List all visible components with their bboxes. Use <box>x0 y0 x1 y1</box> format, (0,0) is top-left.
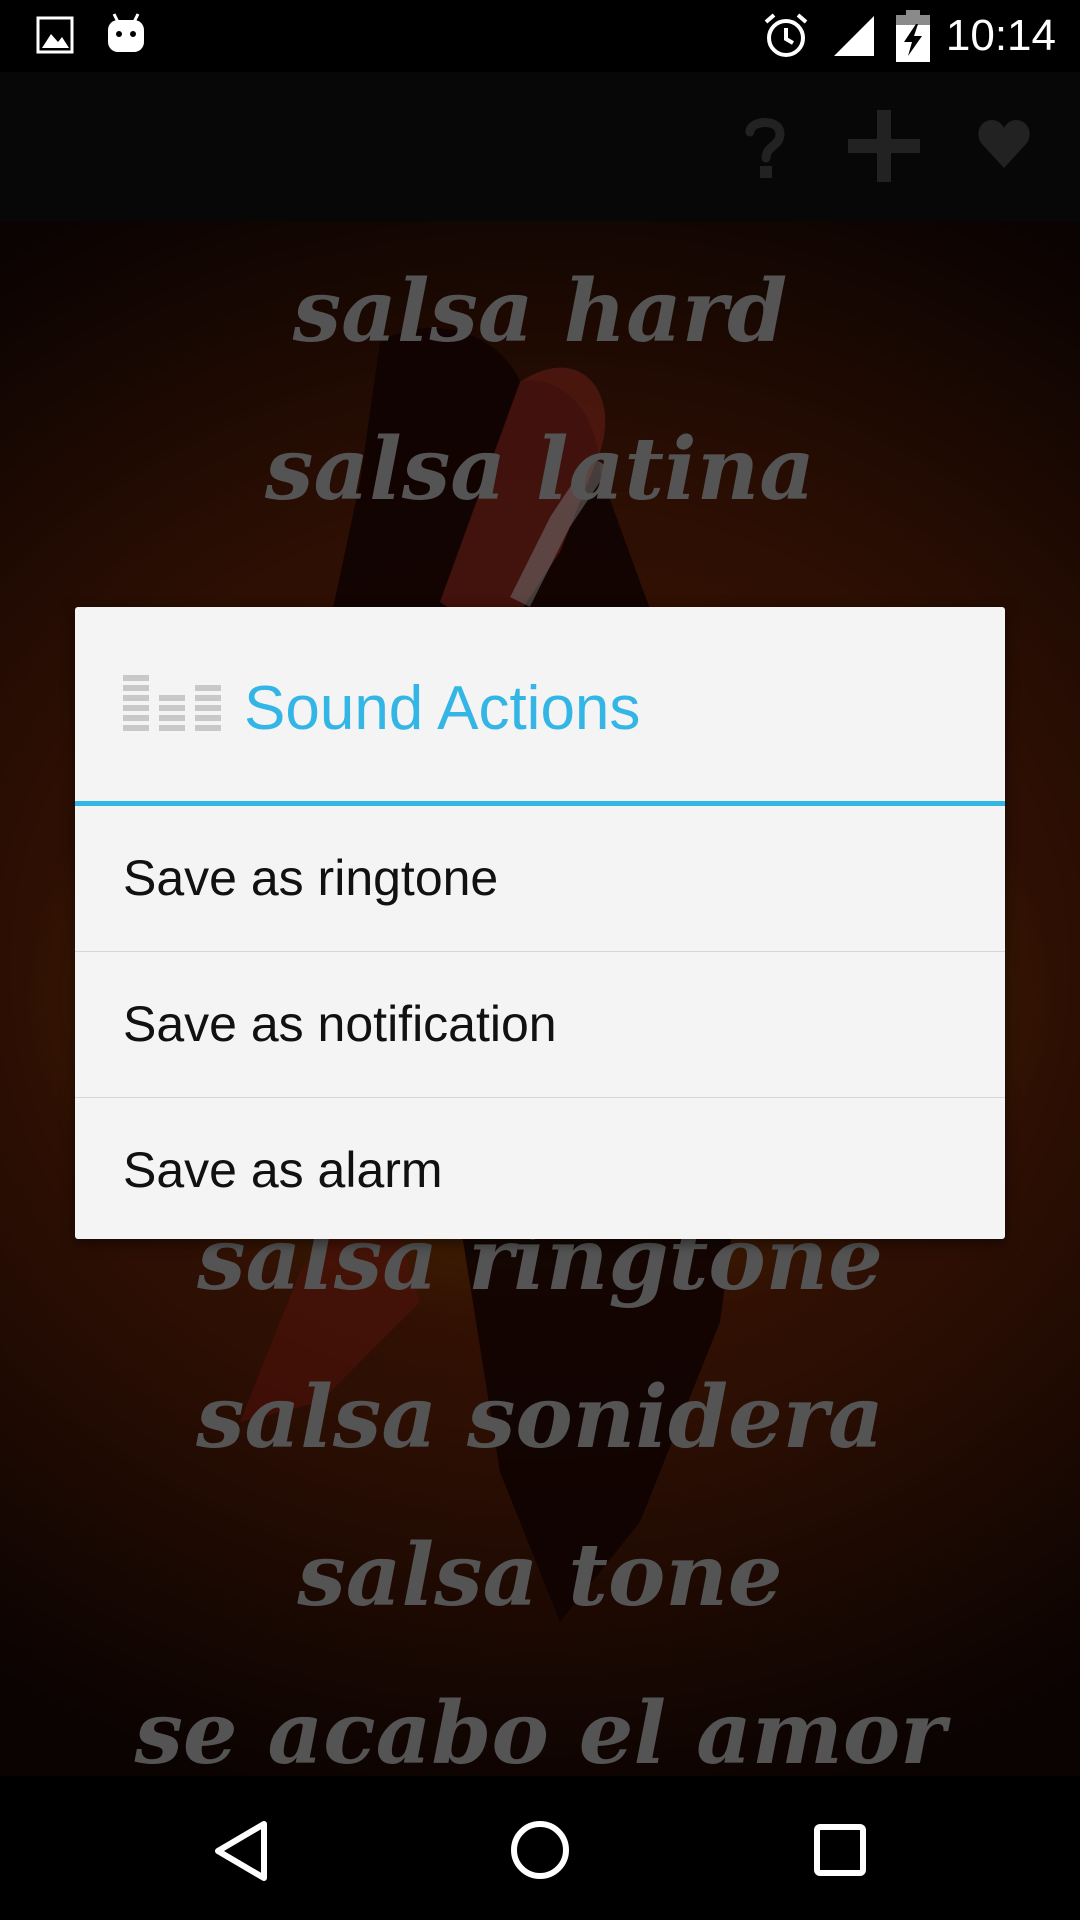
dialog-title: Sound Actions <box>244 674 641 743</box>
save-as-alarm-option[interactable]: Save as alarm <box>75 1098 1005 1239</box>
option-label: Save as ringtone <box>123 850 499 906</box>
navigation-bar <box>0 1776 1080 1920</box>
option-label: Save as notification <box>123 996 557 1052</box>
screen: 10:14 salsa hard salsa latina salsa ring… <box>0 0 1080 1920</box>
android-icon <box>108 13 144 52</box>
home-icon[interactable] <box>510 1820 570 1880</box>
dialog-header: Sound Actions <box>75 607 1005 806</box>
image-icon <box>36 16 74 54</box>
equalizer-icon <box>123 675 221 731</box>
back-icon[interactable] <box>212 1820 270 1882</box>
signal-icon <box>834 16 874 56</box>
alarm-clock-icon <box>764 13 808 57</box>
status-bar: 10:14 <box>0 0 1080 72</box>
status-time: 10:14 <box>945 11 1056 60</box>
battery-charging-icon <box>896 10 930 62</box>
sound-actions-dialog: Sound Actions Save as ringtone Save as n… <box>75 607 1005 1239</box>
save-as-ringtone-option[interactable]: Save as ringtone <box>75 806 1005 952</box>
save-as-notification-option[interactable]: Save as notification <box>75 952 1005 1098</box>
option-label: Save as alarm <box>123 1142 443 1198</box>
recents-icon[interactable] <box>814 1824 866 1876</box>
